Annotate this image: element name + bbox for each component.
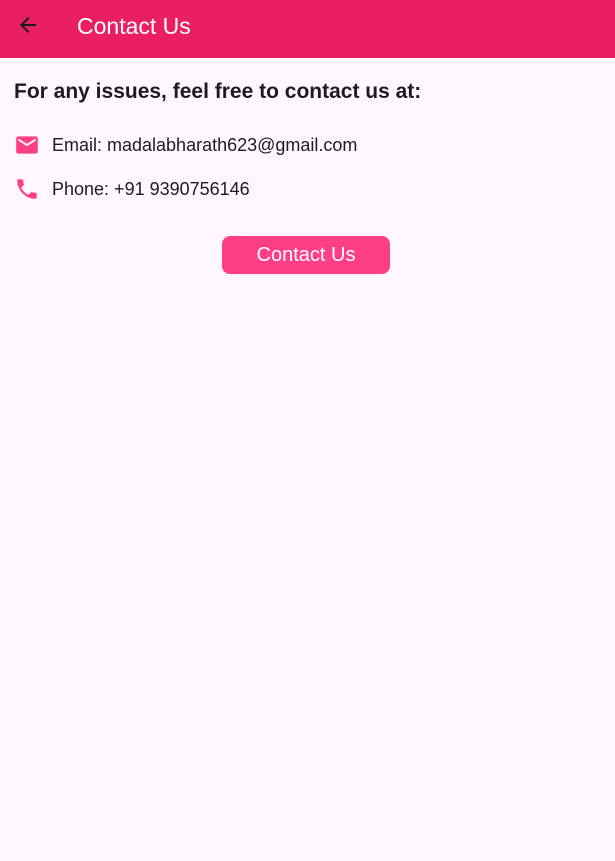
back-button[interactable] [10,9,46,45]
phone-row: Phone: +91 9390756146 [14,176,250,202]
contact-us-button[interactable]: Contact Us [222,236,390,274]
contact-heading: For any issues, feel free to contact us … [14,80,422,103]
arrow-back-icon [16,13,40,42]
phone-icon [14,176,40,202]
email-icon [14,132,40,158]
email-text: Email: madalabharath623@gmail.com [52,135,358,155]
contact-content: For any issues, feel free to contact us … [0,58,615,861]
page-title: Contact Us [77,13,191,39]
phone-text: Phone: +91 9390756146 [52,179,250,199]
app-bar: Contact Us [0,0,615,58]
email-row: Email: madalabharath623@gmail.com [14,132,357,158]
